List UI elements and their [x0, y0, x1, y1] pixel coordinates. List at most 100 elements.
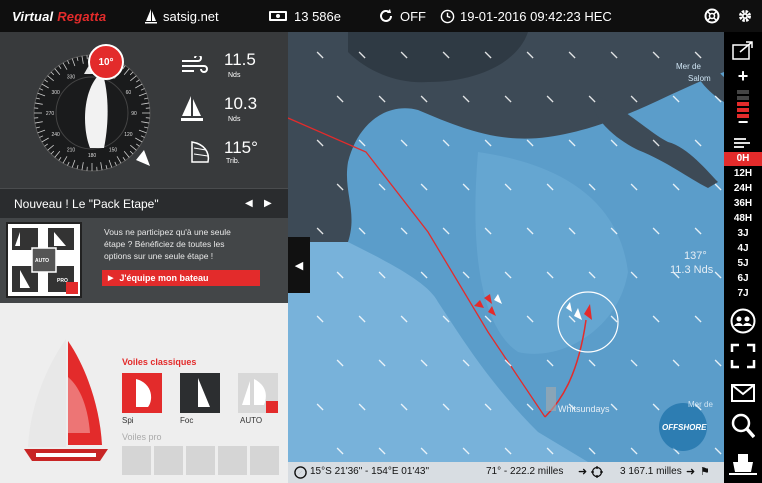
twa-unit: Trib.	[226, 158, 240, 165]
compass-label: 270	[46, 111, 55, 117]
equip-boat-button[interactable]: ▶ J'équipe mon bateau	[102, 270, 260, 286]
lifebuoy-icon	[704, 8, 720, 24]
prev-arrow-icon[interactable]: ◀	[245, 198, 253, 209]
pro-sail-slot[interactable]	[122, 446, 151, 475]
time-step-12h[interactable]: 12H	[724, 167, 762, 181]
play-icon: ▶	[108, 275, 114, 282]
boat-name-label: satsig.net	[163, 8, 219, 24]
next-arrow-icon[interactable]: ▶	[264, 198, 272, 209]
money-icon	[269, 11, 287, 21]
heading-value: 10°	[98, 56, 114, 68]
sea-label-mid: Mer de	[688, 400, 713, 409]
wind-icon	[182, 56, 208, 73]
status-bar: 15°S 21'36" - 154°E 01'43" 71° - 222.2 m…	[288, 462, 724, 483]
chevron-left-icon: ◀	[294, 259, 304, 272]
auto-badge: AUTO	[35, 258, 50, 264]
time-step-24h[interactable]: 24H	[724, 182, 762, 196]
pro-sail-slot[interactable]	[250, 446, 279, 475]
gear-icon	[739, 10, 751, 22]
foc-sail-icon	[198, 378, 210, 407]
sea-label-top-2: Salom	[688, 74, 711, 83]
wind-readout-speed: 11.3 Nds	[670, 264, 714, 276]
sync-toggle[interactable]: OFF	[378, 0, 426, 32]
promo-title: Nouveau ! Le "Pack Etape"	[14, 196, 159, 211]
refresh-icon	[380, 9, 392, 22]
fleet-icon[interactable]	[730, 308, 756, 334]
arrow-right-icon: ➜	[578, 466, 588, 478]
waypoint-icon[interactable]	[591, 466, 603, 478]
pro-sail-slot[interactable]	[186, 446, 215, 475]
promo-text: Vous ne participez qu'à une seule étape …	[104, 226, 231, 262]
pro-sails-title: Voiles pro	[122, 432, 162, 442]
spi-sail-icon	[136, 379, 152, 407]
sea-label-top: Mer de	[676, 62, 701, 71]
twa-arrow	[136, 150, 150, 166]
time-step-48h[interactable]: 48H	[724, 212, 762, 226]
compass-label: 150	[109, 147, 118, 153]
pro-sail-slot[interactable]	[218, 446, 247, 475]
place-label-whitsundays: Whitsundays	[558, 404, 610, 414]
zoom-out-button[interactable]: −	[724, 112, 762, 133]
auto-sail-icon	[242, 379, 278, 413]
auto-label: AUTO	[240, 416, 263, 425]
game-clock: 19-01-2016 09:42:23 HEC	[440, 0, 612, 32]
sail-angle-icon	[191, 141, 210, 163]
compass-label: 180	[88, 153, 97, 159]
boat-illustration	[24, 339, 108, 461]
map-view[interactable]: Mer de Salom Mer de Whitsundays OFFSHORE…	[288, 32, 724, 462]
boat-name[interactable]: satsig.net	[145, 0, 219, 32]
sailboat-icon	[145, 9, 157, 24]
finish-flag-icon: ⚑	[700, 466, 710, 478]
left-panel: 2102402703003300306090120150180 10° 11.5…	[0, 32, 288, 483]
datetime-label: 19-01-2016 09:42:23 HEC	[460, 8, 612, 24]
promo-header[interactable]: Nouveau ! Le "Pack Etape" ◀ ▶	[0, 188, 288, 218]
spi-label: Spi	[122, 416, 134, 425]
credits[interactable]: 13 586e	[268, 0, 341, 32]
pro-sail-slot[interactable]	[154, 446, 183, 475]
spi-sail-button[interactable]	[122, 373, 162, 413]
time-step-36h[interactable]: 36H	[724, 197, 762, 211]
compass-label: 60	[126, 90, 132, 96]
time-step-4j[interactable]: 4J	[724, 242, 762, 256]
promo-text-line: Vous ne participez qu'à une seule	[104, 227, 231, 237]
boat-speed-unit: Nds	[228, 116, 241, 123]
foc-sail-button[interactable]	[180, 373, 220, 413]
pro-badge: PRO	[57, 278, 68, 284]
zoom-in-button[interactable]: +	[724, 66, 762, 87]
offshore-label: OFFSHORE	[662, 423, 707, 432]
app-logo[interactable]: Virtual Regatta	[12, 0, 106, 32]
map-canvas[interactable]	[288, 32, 724, 462]
time-step-0h[interactable]: 0H	[724, 152, 762, 166]
expand-icon[interactable]	[732, 40, 754, 60]
logo-accent: Regatta	[57, 8, 107, 24]
wind-layer-icon[interactable]	[733, 136, 753, 150]
help-button[interactable]	[704, 0, 720, 32]
search-icon[interactable]	[731, 413, 755, 439]
sync-state: OFF	[400, 8, 426, 24]
settings-button[interactable]	[737, 0, 753, 32]
position-readout: 15°S 21'36" - 154°E 01'43"	[310, 466, 429, 477]
time-step-5j[interactable]: 5J	[724, 257, 762, 271]
time-step-6j[interactable]: 6J	[724, 272, 762, 286]
heading-badge[interactable]: 10°	[88, 44, 124, 80]
compass-label: 330	[67, 75, 76, 81]
compass-label: 90	[131, 111, 137, 117]
promo-text-line: étape ? Bénéficiez de toutes les	[104, 239, 225, 249]
compass-label: 210	[67, 147, 76, 153]
collapse-panel-button[interactable]: ◀	[288, 237, 310, 293]
fullscreen-icon[interactable]	[730, 343, 756, 369]
boat-position-icon[interactable]	[729, 452, 757, 476]
right-toolbar: + − 0H 12H 24H 36H 48H 3J 4J 5J 6J 7J	[724, 32, 762, 483]
boat-speed-value: 10.3	[224, 94, 258, 113]
auto-sail-button[interactable]	[238, 373, 278, 413]
time-step-3j[interactable]: 3J	[724, 227, 762, 241]
mail-icon[interactable]	[731, 384, 755, 402]
classic-sails-title: Voiles classiques	[122, 357, 197, 367]
whitsundays-marker	[546, 387, 556, 411]
twa-value: 115°	[224, 138, 258, 157]
time-step-7j[interactable]: 7J	[724, 287, 762, 301]
route-readout: 71° - 222.2 milles	[486, 466, 564, 477]
wind-readout-direction: 137°	[684, 250, 707, 262]
wind-speed-value: 11.5	[224, 50, 256, 69]
promo-text-line: options sur une seule étape !	[104, 251, 214, 261]
